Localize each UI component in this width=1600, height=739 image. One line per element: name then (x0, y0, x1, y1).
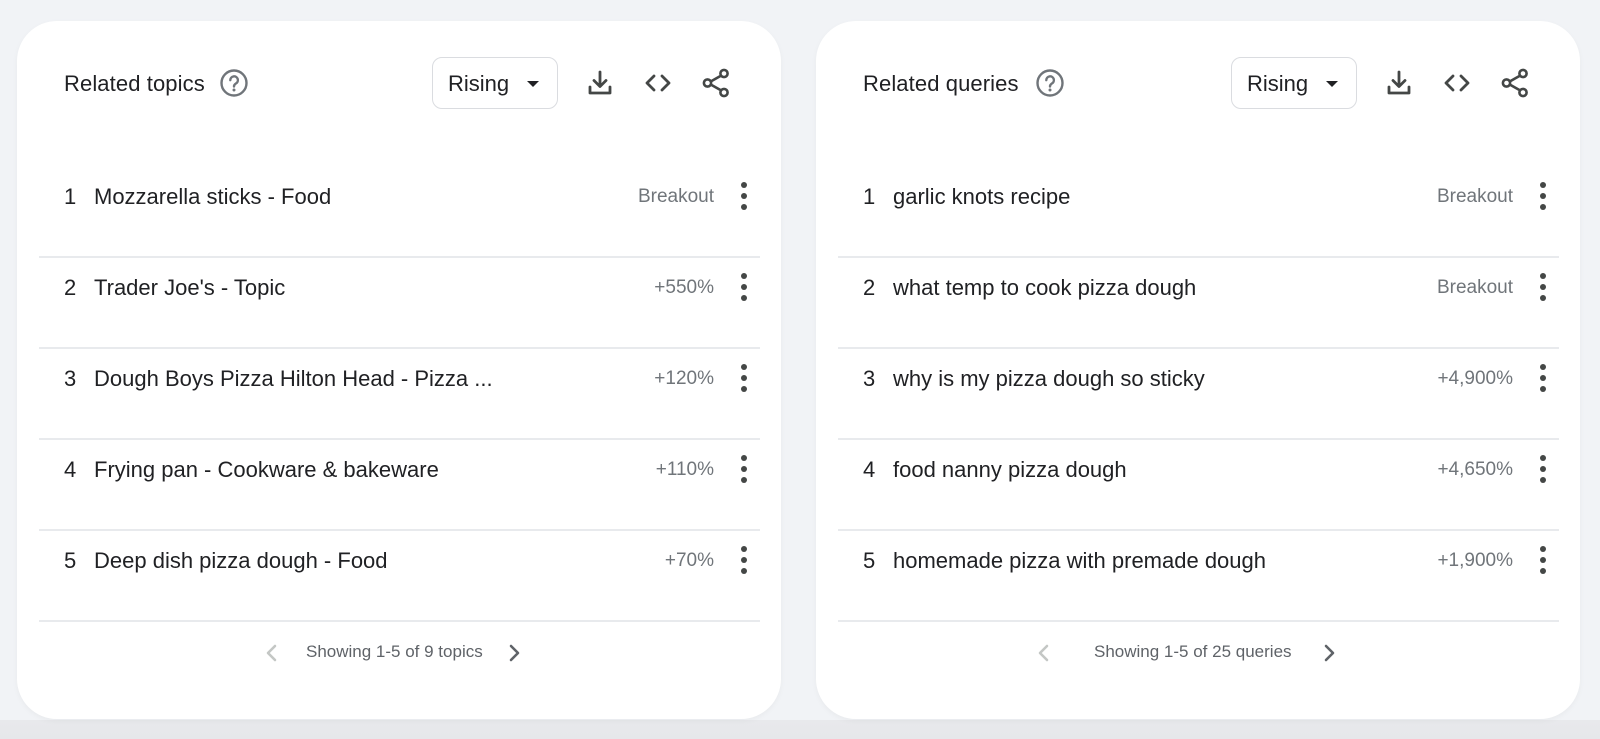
page-bottom-band (0, 720, 1600, 739)
pagination: Showing 1-5 of 25 queries (816, 633, 1580, 673)
item-label[interactable]: Deep dish pizza dough - Food (94, 548, 388, 574)
list-item[interactable]: 4 food nanny pizza dough +4,650% (838, 440, 1559, 531)
list-item[interactable]: 3 why is my pizza dough so sticky +4,900… (838, 349, 1559, 440)
download-icon[interactable] (1382, 66, 1416, 100)
more-vert-icon[interactable] (734, 543, 754, 577)
pagination-status: Showing 1-5 of 9 topics (306, 642, 483, 661)
code-icon[interactable] (1440, 66, 1474, 100)
item-rank: 4 (64, 457, 77, 482)
related-queries-list: 1 garlic knots recipe Breakout 2 what te… (838, 167, 1559, 622)
item-value: Breakout (1436, 277, 1513, 298)
item-value: +4,900% (1437, 368, 1513, 389)
list-item[interactable]: 1 garlic knots recipe Breakout (838, 167, 1559, 258)
item-value: Breakout (637, 186, 714, 207)
code-icon[interactable] (641, 66, 675, 100)
filter-select-value: Rising (448, 71, 510, 96)
item-value: +70% (664, 550, 714, 571)
item-value: +1,900% (1437, 550, 1513, 571)
related-queries-card: Related queries Rising 1 garlic knots re… (816, 21, 1580, 719)
filter-select[interactable]: Rising (432, 57, 558, 109)
chevron-left-icon[interactable] (1034, 641, 1054, 665)
item-label[interactable]: Frying pan - Cookware & bakeware (94, 457, 439, 483)
list-item[interactable]: 5 Deep dish pizza dough - Food +70% (39, 531, 760, 622)
item-label[interactable]: what temp to cook pizza dough (893, 275, 1196, 301)
list-item[interactable]: 2 Trader Joe's - Topic +550% (39, 258, 760, 349)
arrow-drop-down-icon (1326, 81, 1338, 87)
related-topics-list: 1 Mozzarella sticks - Food Breakout 2 Tr… (39, 167, 760, 622)
card-title: Related topics (64, 71, 205, 96)
share-icon[interactable] (699, 66, 733, 100)
item-rank: 2 (64, 275, 77, 300)
item-value: +4,650% (1437, 459, 1513, 480)
item-rank: 5 (863, 548, 876, 573)
item-label[interactable]: Trader Joe's - Topic (94, 275, 285, 301)
filter-select-value: Rising (1247, 71, 1309, 96)
list-item[interactable]: 4 Frying pan - Cookware & bakeware +110% (39, 440, 760, 531)
download-icon[interactable] (583, 66, 617, 100)
more-vert-icon[interactable] (1533, 361, 1553, 395)
more-vert-icon[interactable] (1533, 452, 1553, 486)
more-vert-icon[interactable] (734, 270, 754, 304)
more-vert-icon[interactable] (734, 361, 754, 395)
item-rank: 4 (863, 457, 876, 482)
item-value: +550% (654, 277, 714, 298)
item-rank: 3 (863, 366, 876, 391)
related-topics-card: Related topics Rising 1 Mozzarella stick… (17, 21, 781, 719)
help-circle-icon[interactable] (219, 68, 249, 98)
related-topics-header: Related topics Rising (17, 57, 781, 111)
chevron-right-icon[interactable] (504, 641, 524, 665)
chevron-left-icon[interactable] (262, 641, 282, 665)
item-rank: 5 (64, 548, 77, 573)
more-vert-icon[interactable] (734, 179, 754, 213)
item-label[interactable]: Dough Boys Pizza Hilton Head - Pizza ... (94, 366, 493, 392)
more-vert-icon[interactable] (1533, 543, 1553, 577)
item-rank: 2 (863, 275, 876, 300)
pagination: Showing 1-5 of 9 topics (17, 633, 781, 673)
item-rank: 3 (64, 366, 77, 391)
share-icon[interactable] (1498, 66, 1532, 100)
more-vert-icon[interactable] (734, 452, 754, 486)
item-value: +120% (654, 368, 714, 389)
help-circle-icon[interactable] (1035, 68, 1065, 98)
card-title: Related queries (863, 71, 1019, 96)
list-item[interactable]: 5 homemade pizza with premade dough +1,9… (838, 531, 1559, 622)
arrow-drop-down-icon (527, 81, 539, 87)
list-item[interactable]: 2 what temp to cook pizza dough Breakout (838, 258, 1559, 349)
item-label[interactable]: garlic knots recipe (893, 184, 1070, 210)
item-value: +110% (655, 459, 714, 480)
filter-select[interactable]: Rising (1231, 57, 1357, 109)
item-label[interactable]: Mozzarella sticks - Food (94, 184, 331, 210)
item-label[interactable]: homemade pizza with premade dough (893, 548, 1266, 574)
item-value: Breakout (1436, 186, 1513, 207)
item-rank: 1 (64, 184, 77, 209)
chevron-right-icon[interactable] (1319, 641, 1339, 665)
pagination-status: Showing 1-5 of 25 queries (1094, 642, 1292, 661)
item-label[interactable]: why is my pizza dough so sticky (893, 366, 1205, 392)
list-item[interactable]: 3 Dough Boys Pizza Hilton Head - Pizza .… (39, 349, 760, 440)
item-rank: 1 (863, 184, 876, 209)
item-label[interactable]: food nanny pizza dough (893, 457, 1127, 483)
list-item[interactable]: 1 Mozzarella sticks - Food Breakout (39, 167, 760, 258)
more-vert-icon[interactable] (1533, 179, 1553, 213)
related-queries-header: Related queries Rising (816, 57, 1580, 111)
more-vert-icon[interactable] (1533, 270, 1553, 304)
